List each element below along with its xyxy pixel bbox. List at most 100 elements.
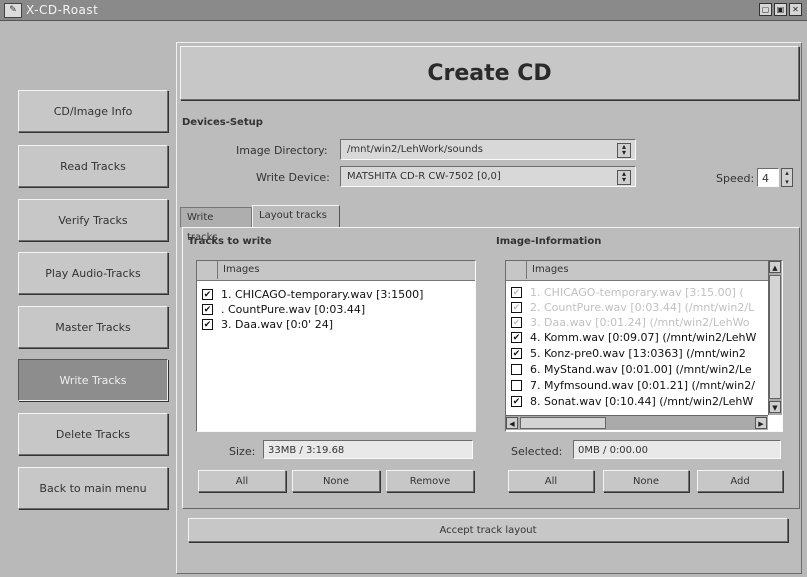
checkbox[interactable] xyxy=(511,364,522,375)
list-item[interactable]: 7. Myfmsound.wav [0:01.21] (/mnt/win2/ xyxy=(506,379,768,393)
list-item[interactable]: ✔ 1. CHICAGO-temporary.wav [3:15.00] ( xyxy=(506,286,768,300)
image-label: 2. CountPure.wav [0:03.44] (/mnt/win2/L xyxy=(530,301,755,314)
size-field: 33MB / 3:19.68 xyxy=(263,440,473,459)
button-label: None xyxy=(322,475,350,487)
track-label: 3. Daa.wav [0:0' 24] xyxy=(221,318,333,331)
button-label: Accept track layout xyxy=(439,524,537,536)
minimize-button[interactable]: ▢ xyxy=(759,3,772,16)
image-label: 4. Komm.wav [0:09.07] (/mnt/win2/LehW xyxy=(530,331,757,344)
dropdown-arrows-icon[interactable]: ▴ ▾ xyxy=(617,170,631,185)
write-device-select[interactable]: MATSHITA CD-R CW-7502 [0,0] ▴ ▾ xyxy=(340,166,636,187)
scroll-left-icon[interactable]: ◀ xyxy=(506,417,518,429)
select-all-button[interactable]: All xyxy=(198,470,286,492)
nav-back-to-main-menu-button[interactable]: Back to main menu xyxy=(18,467,168,509)
list-header: Images xyxy=(197,261,475,281)
app-icon: ✎ xyxy=(4,3,22,18)
speed-spinbox[interactable]: 4 xyxy=(757,168,779,187)
vertical-scrollbar[interactable]: ▲ ▼ xyxy=(768,261,782,415)
scroll-thumb[interactable] xyxy=(769,275,781,399)
scroll-up-icon[interactable]: ▲ xyxy=(769,261,781,273)
checkbox[interactable]: ✔ xyxy=(202,289,213,300)
checkbox[interactable]: ✔ xyxy=(511,348,522,359)
tracks-to-write-title: Tracks to write xyxy=(188,236,272,247)
list-item[interactable]: ✔ . CountPure.wav [0:03.44] xyxy=(197,303,475,317)
tab-write-tracks[interactable]: Write tracks xyxy=(180,207,252,243)
image-label: 3. Daa.wav [0:01.24] (/mnt/win2/LehWo xyxy=(530,316,750,329)
write-device-label: Write Device: xyxy=(256,171,330,184)
scroll-thumb[interactable] xyxy=(520,417,606,429)
nav-label: Back to main menu xyxy=(39,481,147,495)
select-none-button[interactable]: None xyxy=(292,470,380,492)
list-header-images[interactable]: Images xyxy=(223,264,260,275)
window-title: X-CD-Roast xyxy=(26,3,99,17)
checkbox[interactable]: ✔ xyxy=(202,319,213,330)
nav-cd-image-info-button[interactable]: CD/Image Info xyxy=(18,90,168,132)
checkbox[interactable] xyxy=(511,380,522,391)
list-item[interactable]: ✔ 2. CountPure.wav [0:03.44] (/mnt/win2/L xyxy=(506,301,768,315)
track-label: 1. CHICAGO-temporary.wav [3:1500] xyxy=(221,288,424,301)
nav-write-tracks-button[interactable]: Write Tracks xyxy=(18,359,168,401)
list-header: Images xyxy=(506,261,768,281)
tab-label: Layout tracks xyxy=(259,210,327,221)
nav-play-audio-tracks-button[interactable]: Play Audio-Tracks xyxy=(18,252,168,294)
list-item[interactable]: ✔ 5. Konz-pre0.wav [13:0363] (/mnt/win2 xyxy=(506,347,768,361)
list-item[interactable]: 6. MyStand.wav [0:01.00] (/mnt/win2/Le xyxy=(506,363,768,377)
checkbox[interactable]: ✔ xyxy=(511,396,522,407)
add-none-button[interactable]: None xyxy=(603,470,689,492)
nav-verify-tracks-button[interactable]: Verify Tracks xyxy=(18,199,168,241)
selected-field: 0MB / 0:00.00 xyxy=(573,440,781,459)
tracks-to-write-list[interactable]: Images ✔ 1. CHICAGO-temporary.wav [3:150… xyxy=(196,260,476,432)
maximize-button[interactable]: ▣ xyxy=(774,3,787,16)
nav-delete-tracks-button[interactable]: Delete Tracks xyxy=(18,413,168,455)
list-item[interactable]: ✔ 3. Daa.wav [0:0' 24] xyxy=(197,318,475,332)
speed-value: 4 xyxy=(762,172,769,185)
list-header-check-column[interactable] xyxy=(197,261,218,279)
selected-label: Selected: xyxy=(511,445,563,458)
checkbox[interactable]: ✔ xyxy=(511,332,522,343)
scroll-down-icon[interactable]: ▼ xyxy=(769,401,781,413)
speed-label: Speed: xyxy=(716,172,755,185)
list-item[interactable]: ✔ 8. Sonat.wav [0:10.44] (/mnt/win2/LehW xyxy=(506,395,768,409)
list-item[interactable]: ✔ 1. CHICAGO-temporary.wav [3:1500] xyxy=(197,288,475,302)
window-controls: ▢ ▣ ✕ xyxy=(759,3,802,16)
page-title: Create CD xyxy=(180,46,799,100)
tab-layout-tracks[interactable]: Layout tracks xyxy=(252,205,340,228)
size-label: Size: xyxy=(229,445,256,458)
list-header-check-column[interactable] xyxy=(506,261,527,279)
page-title-text: Create CD xyxy=(427,60,552,86)
list-item[interactable]: ✔ 3. Daa.wav [0:01.24] (/mnt/win2/LehWo xyxy=(506,316,768,330)
dropdown-arrows-icon[interactable]: ▴ ▾ xyxy=(617,143,631,158)
image-information-title: Image-Information xyxy=(496,236,602,247)
checkbox[interactable]: ✔ xyxy=(511,287,522,298)
nav-label: Master Tracks xyxy=(55,320,131,334)
window-titlebar[interactable]: ✎ X-CD-Roast ▢ ▣ ✕ xyxy=(0,0,807,21)
list-header-images[interactable]: Images xyxy=(532,264,569,275)
checkbox[interactable]: ✔ xyxy=(511,317,522,328)
image-label: 7. Myfmsound.wav [0:01.21] (/mnt/win2/ xyxy=(530,379,755,392)
close-button[interactable]: ✕ xyxy=(789,3,802,16)
image-directory-value: /mnt/win2/LehWork/sounds xyxy=(347,144,483,155)
nav-label: Delete Tracks xyxy=(55,427,131,441)
button-label: All xyxy=(544,475,558,487)
speed-spin-arrows-icon[interactable]: ▴ ▾ xyxy=(781,168,793,187)
horizontal-scrollbar[interactable]: ◀ ▶ xyxy=(506,415,768,430)
image-directory-label: Image Directory: xyxy=(236,144,328,157)
add-all-button[interactable]: All xyxy=(508,470,594,492)
image-label: 5. Konz-pre0.wav [13:0363] (/mnt/win2 xyxy=(530,347,746,360)
image-directory-select[interactable]: /mnt/win2/LehWork/sounds ▴ ▾ xyxy=(340,139,636,160)
button-label: Add xyxy=(730,475,750,487)
size-value: 33MB / 3:19.68 xyxy=(268,445,345,456)
checkbox[interactable]: ✔ xyxy=(202,304,213,315)
image-label: 1. CHICAGO-temporary.wav [3:15.00] ( xyxy=(530,286,744,299)
list-item[interactable]: ✔ 4. Komm.wav [0:09.07] (/mnt/win2/LehW xyxy=(506,331,768,345)
checkbox[interactable]: ✔ xyxy=(511,302,522,313)
add-button[interactable]: Add xyxy=(697,470,783,492)
nav-master-tracks-button[interactable]: Master Tracks xyxy=(18,306,168,348)
nav-read-tracks-button[interactable]: Read Tracks xyxy=(18,145,168,187)
image-information-list[interactable]: Images ✔ 1. CHICAGO-temporary.wav [3:15.0… xyxy=(505,260,783,432)
remove-button[interactable]: Remove xyxy=(386,470,474,492)
nav-label: Read Tracks xyxy=(60,159,126,173)
scroll-right-icon[interactable]: ▶ xyxy=(755,417,767,429)
write-device-value: MATSHITA CD-R CW-7502 [0,0] xyxy=(347,171,501,182)
accept-track-layout-button[interactable]: Accept track layout xyxy=(188,518,788,542)
